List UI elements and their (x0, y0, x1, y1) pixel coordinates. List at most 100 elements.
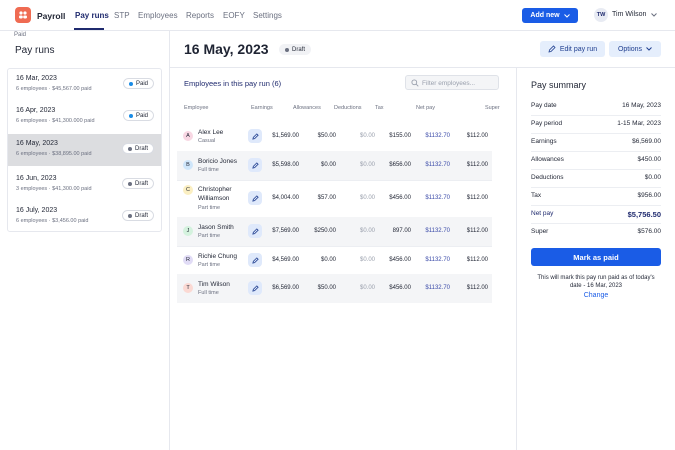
allowances-cell: $50.00 (317, 133, 336, 139)
employee-name: Tim Wilson (198, 281, 230, 288)
net-pay-cell: $1132.70 (425, 257, 450, 263)
status-dot-icon (285, 47, 289, 52)
filter-input[interactable] (422, 78, 496, 88)
nav-eofy[interactable]: EOFY (223, 11, 245, 20)
nav-employees[interactable]: Employees (138, 11, 178, 20)
earnings-cell: $4,569.00 (272, 257, 299, 263)
net-pay-cell: $1132.70 (425, 133, 450, 139)
tax-cell: 897.00 (392, 228, 411, 234)
edit-row-button[interactable] (248, 129, 262, 143)
table-row[interactable]: B Boricio Jones Full time $5,598.00 $0.0… (177, 151, 492, 180)
filter-employees[interactable] (405, 75, 499, 90)
edit-row-button[interactable] (248, 281, 262, 295)
column-header: Tax (375, 105, 384, 111)
super-cell: $112.00 (466, 257, 488, 263)
nav-reports[interactable]: Reports (186, 11, 214, 20)
column-header: Super (485, 105, 500, 111)
employee-type: Full time (198, 290, 219, 296)
payroll-logo-icon (15, 7, 31, 23)
status-dot-icon (128, 81, 133, 86)
pencil-icon (251, 284, 259, 292)
pay-run-date: 16 Apr, 2023 (16, 107, 56, 114)
summary-label: Tax (531, 192, 542, 199)
employee-type: Part time (198, 233, 221, 239)
summary-row-net-pay: Net pay $5,756.50 (531, 206, 661, 224)
allowances-cell: $0.00 (320, 162, 336, 168)
super-cell: $112.00 (466, 195, 488, 201)
chevron-down-icon (563, 13, 570, 18)
summary-row: Pay date 16 May, 2023 (531, 98, 661, 116)
pay-run-meta: 6 employees · $3,456.00 paid (16, 218, 89, 224)
pay-run-date: 16 Mar, 2023 (16, 75, 57, 82)
earnings-cell: $7,569.00 (272, 228, 299, 234)
summary-row: Super $576.00 (531, 224, 661, 242)
edit-row-button[interactable] (248, 253, 262, 267)
pay-runs-list: 16 Mar, 2023 6 employees · $45,567.00 pa… (7, 68, 162, 232)
summary-value: $5,756.50 (627, 210, 661, 219)
employee-type: Part time (198, 262, 221, 268)
add-new-button[interactable]: Add new (522, 8, 578, 23)
status-badge: Draft (121, 178, 154, 189)
tax-cell: $456.00 (389, 257, 411, 263)
user-avatar[interactable]: TW (594, 8, 608, 22)
chevron-down-icon[interactable] (651, 10, 657, 20)
edit-pay-run-button[interactable]: Edit pay run (540, 41, 605, 57)
nav-pay-runs[interactable]: Pay runs (75, 11, 109, 20)
add-new-label: Add new (530, 12, 560, 19)
employee-initial: A (183, 131, 193, 141)
mark-as-paid-button[interactable]: Mark as paid (531, 248, 661, 266)
status-badge: Draft (121, 143, 154, 154)
nav-active-indicator (74, 28, 104, 30)
status-dot-icon (127, 146, 132, 151)
divider (517, 67, 675, 68)
status-dot-icon (128, 113, 133, 118)
nav-settings[interactable]: Settings (253, 11, 282, 20)
options-button[interactable]: Options (609, 41, 661, 57)
earnings-cell: $1,569.00 (272, 133, 299, 139)
column-header: Deductions (334, 105, 362, 111)
user-name[interactable]: Tim Wilson (612, 11, 646, 18)
app-name: Payroll (37, 11, 66, 21)
employee-initial: C (183, 185, 193, 195)
table-row[interactable]: A Alex Lee Casual $1,569.00 $50.00 $0.00… (177, 121, 492, 151)
pay-run-meta: 6 employees · $41,300.000 paid (16, 118, 95, 124)
employee-initial: T (183, 283, 193, 293)
allowances-cell: $57.00 (317, 195, 336, 201)
employee-initial: B (183, 160, 193, 170)
earnings-cell: $4,004.00 (272, 195, 299, 201)
edit-row-button[interactable] (248, 224, 262, 238)
summary-value: 1-15 Mar, 2023 (617, 120, 661, 127)
column-header: Allowances (293, 105, 321, 111)
deductions-cell: $0.00 (359, 228, 375, 234)
summary-label: Deductions (531, 174, 564, 181)
edit-row-button[interactable] (248, 158, 262, 172)
sidebar-title: Pay runs (15, 45, 55, 56)
net-pay-cell: $1132.70 (425, 195, 450, 201)
pay-run-item[interactable]: 16 Jun, 2023 3 employees · $41,300.00 pa… (8, 169, 161, 201)
employee-type: Casual (198, 138, 216, 144)
pay-run-item[interactable]: 16 July, 2023 6 employees · $3,456.00 pa… (8, 201, 161, 233)
pay-run-item[interactable]: 16 Apr, 2023 6 employees · $41,300.000 p… (8, 101, 161, 133)
super-cell: $112.00 (466, 285, 488, 291)
pay-run-item-selected[interactable]: 16 May, 2023 6 employees · $38,895.00 pa… (8, 134, 161, 166)
deductions-cell: $0.00 (359, 195, 375, 201)
status-badge: Paid (122, 110, 154, 121)
summary-row: Tax $956.00 (531, 188, 661, 206)
edit-row-button[interactable] (248, 191, 262, 205)
summary-value: $450.00 (637, 156, 662, 163)
pencil-icon (548, 45, 556, 53)
table-row[interactable]: T Tim Wilson Full time $6,569.00 $50.00 … (177, 274, 492, 303)
edit-pay-run-label: Edit pay run (559, 45, 598, 53)
table-row[interactable]: R Richie Chung Part time $4,569.00 $0.00… (177, 246, 492, 274)
tax-cell: $456.00 (389, 195, 411, 201)
summary-value: 16 May, 2023 (622, 102, 661, 109)
allowances-cell: $250.00 (314, 228, 336, 234)
change-date-link[interactable]: Change (531, 292, 661, 299)
table-row[interactable]: C Christopher Williamson Part time $4,00… (177, 180, 492, 217)
nav-stp[interactable]: STP (114, 11, 130, 20)
top-nav: Payroll Pay runs STP Employees Reports E… (0, 0, 675, 31)
table-row[interactable]: J Jason Smith Part time $7,569.00 $250.0… (177, 217, 492, 246)
breadcrumb[interactable]: Paid (14, 32, 26, 38)
employee-initial: R (183, 255, 193, 265)
pay-run-item[interactable]: 16 Mar, 2023 6 employees · $45,567.00 pa… (8, 69, 161, 101)
